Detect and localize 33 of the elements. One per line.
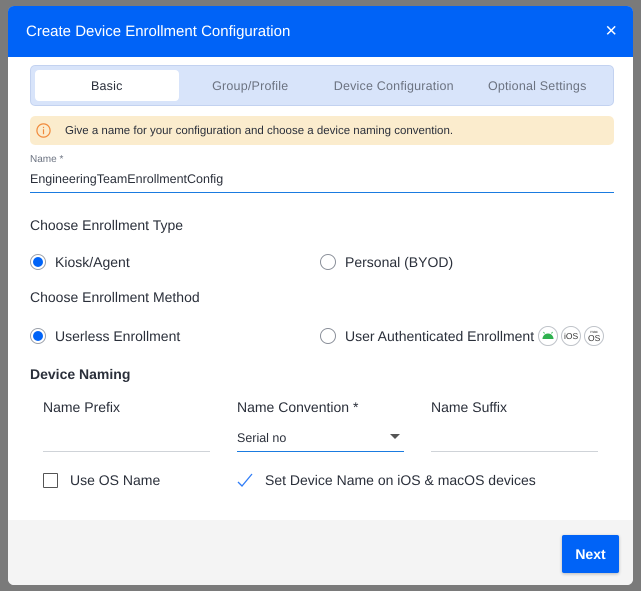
radio-label: User Authenticated Enrollment <box>345 328 534 344</box>
checkbox-label: Set Device Name on iOS & macOS devices <box>265 472 536 488</box>
tab[interactable]: Device Configuration <box>322 70 466 101</box>
dialog-title: Create Device Enrollment Configuration <box>26 23 290 40</box>
radio-button[interactable] <box>320 254 336 270</box>
field-label: Name * <box>30 154 64 165</box>
tab[interactable]: Group/Profile <box>178 70 322 101</box>
radio-label: Userless Enrollment <box>55 328 180 344</box>
platform-badge: iOS <box>561 326 582 346</box>
dropdown-field[interactable]: Serial no <box>237 425 404 452</box>
radio-label: Kiosk/Agent <box>55 254 130 270</box>
checkbox-label: Use OS Name <box>70 472 160 488</box>
info-text: Give a name for your configuration and choose a device naming convention. <box>65 124 454 136</box>
next-button[interactable]: Next <box>562 535 619 573</box>
radio-button[interactable] <box>30 328 46 344</box>
section-heading: Device Naming <box>30 366 132 382</box>
tab[interactable]: Basic <box>35 70 178 101</box>
check-icon[interactable] <box>237 472 253 488</box>
name-field[interactable]: EngineeringTeamEnrollmentConfig <box>30 165 614 193</box>
radio-button[interactable] <box>30 254 46 270</box>
close-button[interactable]: × <box>601 20 621 43</box>
android-icon <box>538 326 558 346</box>
checkbox[interactable] <box>43 472 58 488</box>
field-label: Name Suffix <box>431 399 508 415</box>
radio-label: Personal (BYOD) <box>345 254 454 270</box>
info-icon <box>36 123 51 138</box>
section-heading: Choose Enrollment Type <box>30 217 184 233</box>
caret-icon <box>390 434 400 439</box>
tab[interactable]: Optional Settings <box>466 70 609 101</box>
field-label: Name Prefix <box>43 399 122 415</box>
section-heading: Choose Enrollment Method <box>30 289 201 305</box>
field-label: Name Convention * <box>237 399 360 415</box>
radio-button[interactable] <box>320 328 336 344</box>
